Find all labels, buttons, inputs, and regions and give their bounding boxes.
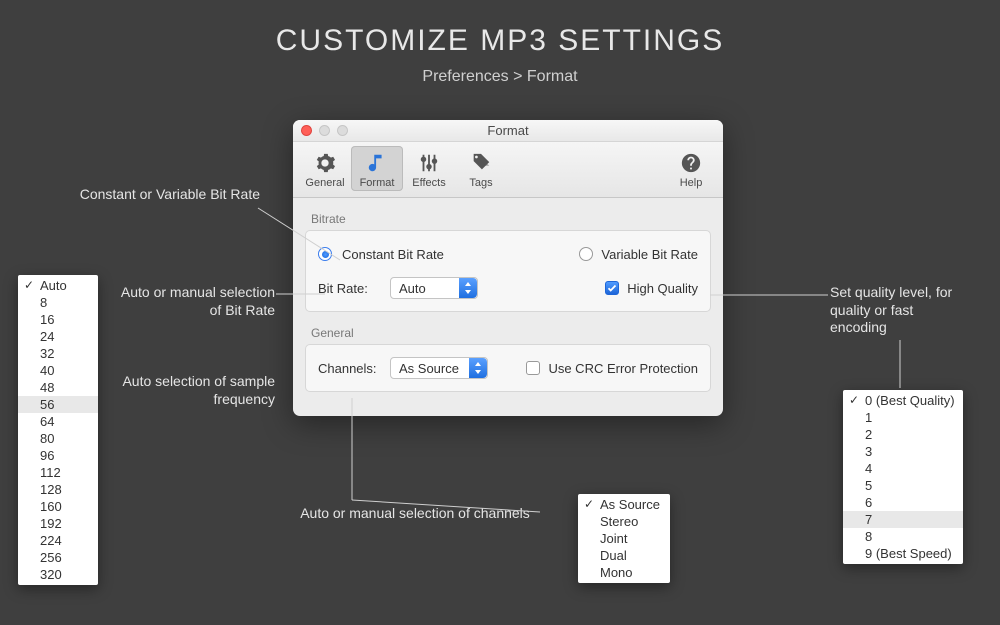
tab-label: Tags bbox=[455, 177, 507, 189]
quality-popover[interactable]: 0 (Best Quality)123456789 (Best Speed) bbox=[843, 390, 963, 564]
radio-cbr[interactable] bbox=[318, 247, 332, 261]
crc-label: Use CRC Error Protection bbox=[548, 361, 698, 376]
menu-item[interactable]: 16 bbox=[18, 311, 98, 328]
tags-icon bbox=[455, 149, 507, 177]
bitrate-select[interactable]: Auto bbox=[390, 277, 478, 299]
breadcrumb: Preferences > Format bbox=[0, 68, 1000, 86]
menu-item[interactable]: 40 bbox=[18, 362, 98, 379]
callout-bitrate-select: Auto or manual selection of Bit Rate bbox=[120, 284, 275, 319]
menu-item[interactable]: As Source bbox=[578, 496, 670, 513]
bitrate-field-label: Bit Rate: bbox=[318, 281, 380, 296]
menu-item[interactable]: 24 bbox=[18, 328, 98, 345]
channels-select-value: As Source bbox=[399, 361, 459, 376]
preferences-window: Format General Format Effects Tags bbox=[293, 120, 723, 416]
checkbox-crc[interactable] bbox=[526, 361, 540, 375]
menu-item[interactable]: 4 bbox=[843, 460, 963, 477]
menu-item[interactable]: 9 (Best Speed) bbox=[843, 545, 963, 562]
callout-sample-freq: Auto selection of sample frequency bbox=[120, 373, 275, 408]
tab-format[interactable]: Format bbox=[351, 146, 403, 191]
music-note-icon bbox=[351, 149, 403, 177]
sliders-icon bbox=[403, 149, 455, 177]
menu-item[interactable]: 320 bbox=[18, 566, 98, 583]
bitrate-select-value: Auto bbox=[399, 281, 426, 296]
general-section-label: General bbox=[293, 322, 723, 344]
menu-item[interactable]: 7 bbox=[843, 511, 963, 528]
chevron-updown-icon bbox=[469, 358, 487, 378]
menu-item[interactable]: Dual bbox=[578, 547, 670, 564]
menu-item[interactable]: 64 bbox=[18, 413, 98, 430]
tab-effects[interactable]: Effects bbox=[403, 146, 455, 191]
menu-item[interactable]: 192 bbox=[18, 515, 98, 532]
menu-item[interactable]: Joint bbox=[578, 530, 670, 547]
help-icon bbox=[665, 149, 717, 177]
menu-item[interactable]: 5 bbox=[843, 477, 963, 494]
channels-field-label: Channels: bbox=[318, 361, 380, 376]
channels-select[interactable]: As Source bbox=[390, 357, 488, 379]
tab-general[interactable]: General bbox=[299, 146, 351, 191]
bitrate-popover[interactable]: Auto816243240485664809611212816019222425… bbox=[18, 275, 98, 585]
radio-cbr-label: Constant Bit Rate bbox=[342, 247, 444, 262]
menu-item[interactable]: 32 bbox=[18, 345, 98, 362]
menu-item[interactable]: 80 bbox=[18, 430, 98, 447]
menu-item[interactable]: 1 bbox=[843, 409, 963, 426]
menu-item[interactable]: 2 bbox=[843, 426, 963, 443]
tab-label: Format bbox=[351, 177, 403, 189]
tab-label: General bbox=[299, 177, 351, 189]
checkbox-high-quality[interactable] bbox=[605, 281, 619, 295]
menu-item[interactable]: 3 bbox=[843, 443, 963, 460]
tab-tags[interactable]: Tags bbox=[455, 146, 507, 191]
menu-item[interactable]: 256 bbox=[18, 549, 98, 566]
gear-icon bbox=[299, 149, 351, 177]
tab-help[interactable]: Help bbox=[665, 146, 717, 191]
menu-item[interactable]: 224 bbox=[18, 532, 98, 549]
menu-item[interactable]: 56 bbox=[18, 396, 98, 413]
menu-item[interactable]: 96 bbox=[18, 447, 98, 464]
window-title: Format bbox=[293, 123, 723, 138]
tab-label: Help bbox=[665, 177, 717, 189]
menu-item[interactable]: 128 bbox=[18, 481, 98, 498]
menu-item[interactable]: 6 bbox=[843, 494, 963, 511]
channels-popover[interactable]: As SourceStereoJointDualMono bbox=[578, 494, 670, 583]
preferences-toolbar: General Format Effects Tags Help bbox=[293, 142, 723, 198]
page-title: CUSTOMIZE MP3 SETTINGS bbox=[0, 0, 1000, 58]
chevron-updown-icon bbox=[459, 278, 477, 298]
menu-item[interactable]: Stereo bbox=[578, 513, 670, 530]
bitrate-section-label: Bitrate bbox=[293, 208, 723, 230]
menu-item[interactable]: 0 (Best Quality) bbox=[843, 392, 963, 409]
menu-item[interactable]: 48 bbox=[18, 379, 98, 396]
radio-vbr[interactable] bbox=[579, 247, 593, 261]
menu-item[interactable]: 112 bbox=[18, 464, 98, 481]
menu-item[interactable]: 8 bbox=[843, 528, 963, 545]
callout-quality: Set quality level, for quality or fast e… bbox=[830, 284, 970, 337]
menu-item[interactable]: 8 bbox=[18, 294, 98, 311]
callout-bitrate-mode: Constant or Variable Bit Rate bbox=[40, 186, 260, 204]
high-quality-label: High Quality bbox=[627, 281, 698, 296]
menu-item[interactable]: 160 bbox=[18, 498, 98, 515]
callout-channels-select: Auto or manual selection of channels bbox=[290, 505, 540, 523]
window-titlebar: Format bbox=[293, 120, 723, 142]
tab-label: Effects bbox=[403, 177, 455, 189]
menu-item[interactable]: Auto bbox=[18, 277, 98, 294]
menu-item[interactable]: Mono bbox=[578, 564, 670, 581]
bitrate-section: Constant Bit Rate Variable Bit Rate Bit … bbox=[305, 230, 711, 312]
radio-vbr-label: Variable Bit Rate bbox=[601, 247, 698, 262]
general-section: Channels: As Source Use CRC Error Protec… bbox=[305, 344, 711, 392]
